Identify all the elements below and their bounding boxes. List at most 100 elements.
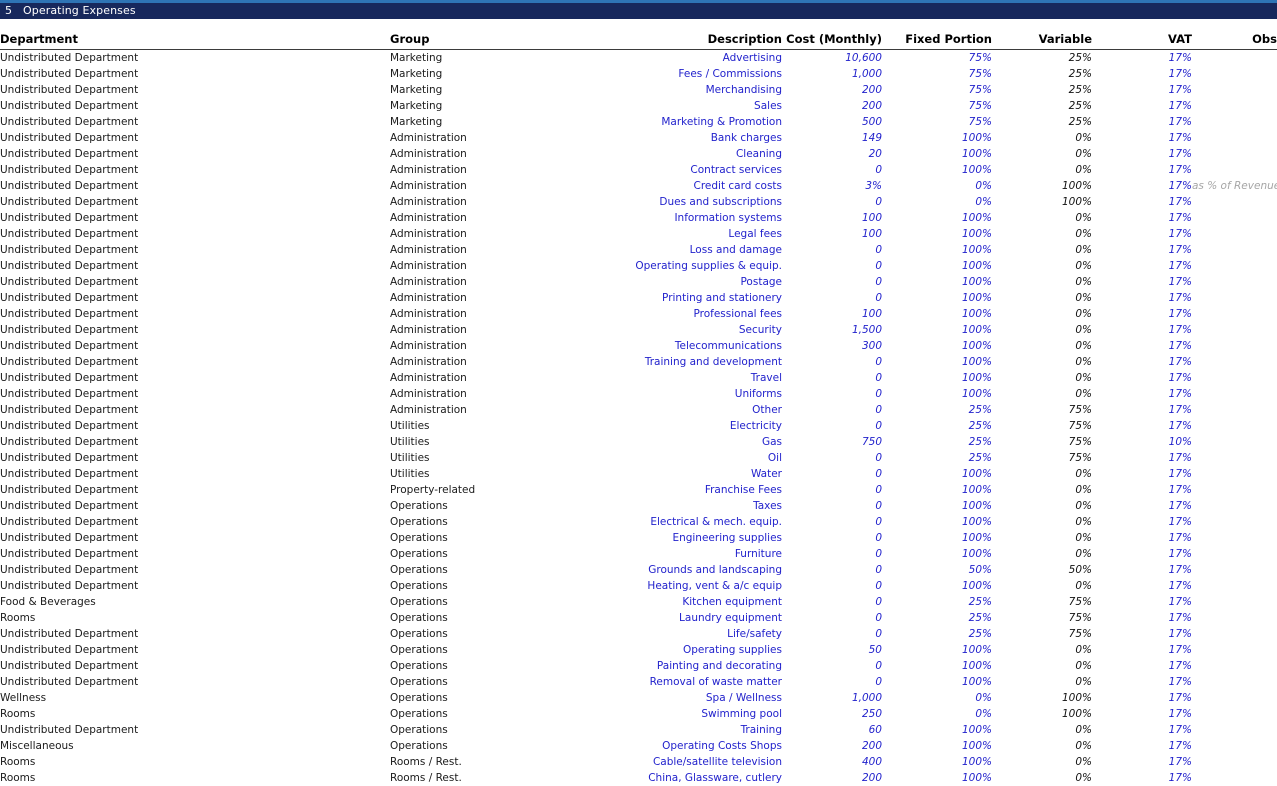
cell-department[interactable]: Undistributed Department: [0, 258, 390, 274]
cell-obs[interactable]: [1192, 450, 1277, 466]
cell-variable[interactable]: 75%: [992, 450, 1092, 466]
cell-fixed-portion[interactable]: 100%: [882, 658, 992, 674]
cell-group[interactable]: Administration: [390, 210, 580, 226]
cell-obs[interactable]: [1192, 738, 1277, 754]
cell-description[interactable]: Dues and subscriptions: [580, 194, 782, 210]
cell-cost[interactable]: 1,000: [782, 690, 882, 706]
cell-fixed-portion[interactable]: 100%: [882, 210, 992, 226]
cell-vat[interactable]: 17%: [1092, 258, 1192, 274]
cell-variable[interactable]: 0%: [992, 274, 1092, 290]
cell-department[interactable]: Miscellaneous: [0, 738, 390, 754]
cell-group[interactable]: Administration: [390, 354, 580, 370]
cell-department[interactable]: Rooms: [0, 770, 390, 786]
cell-department[interactable]: Undistributed Department: [0, 354, 390, 370]
cell-description[interactable]: Spa / Wellness: [580, 690, 782, 706]
cell-vat[interactable]: 17%: [1092, 242, 1192, 258]
cell-vat[interactable]: 17%: [1092, 130, 1192, 146]
cell-variable[interactable]: 0%: [992, 770, 1092, 786]
column-header-department[interactable]: Department: [0, 32, 390, 50]
cell-description[interactable]: China, Glassware, cutlery: [580, 770, 782, 786]
cell-department[interactable]: Undistributed Department: [0, 514, 390, 530]
cell-cost[interactable]: 0: [782, 418, 882, 434]
cell-fixed-portion[interactable]: 100%: [882, 642, 992, 658]
cell-department[interactable]: Undistributed Department: [0, 290, 390, 306]
cell-obs[interactable]: [1192, 514, 1277, 530]
cell-cost[interactable]: 200: [782, 738, 882, 754]
cell-variable[interactable]: 75%: [992, 610, 1092, 626]
cell-cost[interactable]: 0: [782, 354, 882, 370]
cell-fixed-portion[interactable]: 25%: [882, 610, 992, 626]
cell-department[interactable]: Undistributed Department: [0, 402, 390, 418]
cell-vat[interactable]: 17%: [1092, 706, 1192, 722]
cell-vat[interactable]: 17%: [1092, 658, 1192, 674]
cell-vat[interactable]: 17%: [1092, 306, 1192, 322]
cell-group[interactable]: Utilities: [390, 418, 580, 434]
cell-obs[interactable]: [1192, 754, 1277, 770]
cell-group[interactable]: Administration: [390, 322, 580, 338]
cell-description[interactable]: Painting and decorating: [580, 658, 782, 674]
cell-group[interactable]: Administration: [390, 338, 580, 354]
cell-description[interactable]: Loss and damage: [580, 242, 782, 258]
cell-group[interactable]: Administration: [390, 242, 580, 258]
cell-vat[interactable]: 17%: [1092, 82, 1192, 98]
cell-group[interactable]: Operations: [390, 514, 580, 530]
cell-description[interactable]: Cable/satellite television: [580, 754, 782, 770]
cell-department[interactable]: Undistributed Department: [0, 226, 390, 242]
cell-description[interactable]: Bank charges: [580, 130, 782, 146]
cell-cost[interactable]: 20: [782, 146, 882, 162]
cell-department[interactable]: Rooms: [0, 754, 390, 770]
cell-obs[interactable]: [1192, 386, 1277, 402]
cell-description[interactable]: Legal fees: [580, 226, 782, 242]
cell-group[interactable]: Operations: [390, 738, 580, 754]
cell-obs[interactable]: [1192, 114, 1277, 130]
cell-cost[interactable]: 100: [782, 210, 882, 226]
cell-cost[interactable]: 0: [782, 466, 882, 482]
cell-group[interactable]: Operations: [390, 706, 580, 722]
cell-department[interactable]: Wellness: [0, 690, 390, 706]
cell-variable[interactable]: 0%: [992, 306, 1092, 322]
cell-group[interactable]: Operations: [390, 498, 580, 514]
cell-obs[interactable]: [1192, 194, 1277, 210]
cell-group[interactable]: Administration: [390, 402, 580, 418]
cell-department[interactable]: Undistributed Department: [0, 370, 390, 386]
cell-vat[interactable]: 17%: [1092, 546, 1192, 562]
cell-cost[interactable]: 0: [782, 530, 882, 546]
cell-vat[interactable]: 17%: [1092, 66, 1192, 82]
cell-department[interactable]: Undistributed Department: [0, 450, 390, 466]
cell-variable[interactable]: 25%: [992, 114, 1092, 130]
cell-description[interactable]: Marketing & Promotion: [580, 114, 782, 130]
cell-department[interactable]: Undistributed Department: [0, 546, 390, 562]
cell-obs[interactable]: [1192, 530, 1277, 546]
cell-group[interactable]: Operations: [390, 594, 580, 610]
cell-obs[interactable]: [1192, 290, 1277, 306]
cell-cost[interactable]: 149: [782, 130, 882, 146]
cell-group[interactable]: Administration: [390, 178, 580, 194]
cell-cost[interactable]: 0: [782, 578, 882, 594]
cell-fixed-portion[interactable]: 0%: [882, 178, 992, 194]
cell-cost[interactable]: 200: [782, 82, 882, 98]
cell-variable[interactable]: 0%: [992, 658, 1092, 674]
cell-variable[interactable]: 75%: [992, 626, 1092, 642]
cell-variable[interactable]: 0%: [992, 370, 1092, 386]
cell-department[interactable]: Undistributed Department: [0, 498, 390, 514]
cell-obs[interactable]: [1192, 546, 1277, 562]
cell-fixed-portion[interactable]: 75%: [882, 66, 992, 82]
cell-obs[interactable]: [1192, 466, 1277, 482]
cell-group[interactable]: Administration: [390, 386, 580, 402]
cell-department[interactable]: Undistributed Department: [0, 274, 390, 290]
cell-vat[interactable]: 17%: [1092, 338, 1192, 354]
cell-cost[interactable]: 0: [782, 194, 882, 210]
cell-department[interactable]: Undistributed Department: [0, 146, 390, 162]
cell-vat[interactable]: 17%: [1092, 194, 1192, 210]
cell-cost[interactable]: 1,000: [782, 66, 882, 82]
cell-variable[interactable]: 25%: [992, 98, 1092, 114]
cell-group[interactable]: Marketing: [390, 114, 580, 130]
cell-description[interactable]: Advertising: [580, 50, 782, 67]
cell-description[interactable]: Taxes: [580, 498, 782, 514]
cell-group[interactable]: Operations: [390, 642, 580, 658]
cell-cost[interactable]: 3%: [782, 178, 882, 194]
cell-group[interactable]: Administration: [390, 146, 580, 162]
cell-obs[interactable]: [1192, 498, 1277, 514]
cell-variable[interactable]: 75%: [992, 594, 1092, 610]
cell-obs[interactable]: [1192, 274, 1277, 290]
